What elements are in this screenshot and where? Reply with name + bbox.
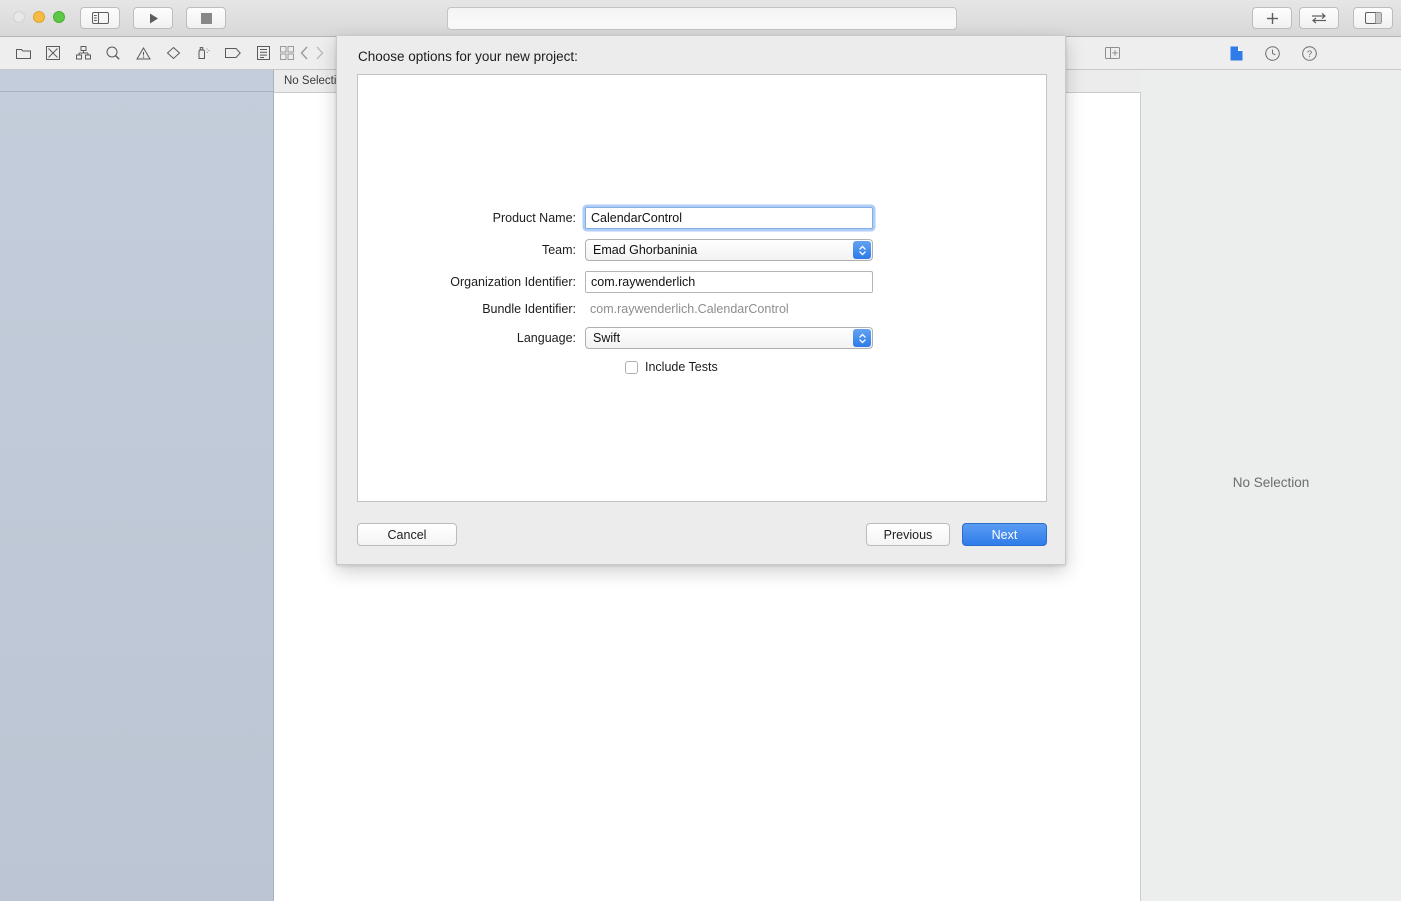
field-row-team: Team: Emad Ghorbaninia xyxy=(358,239,873,261)
sidebar-item-source-control-navigator[interactable] xyxy=(38,37,68,69)
field-row-product-name: Product Name: CalendarControl xyxy=(358,207,873,229)
next-button[interactable]: Next xyxy=(962,523,1047,546)
language-label: Language: xyxy=(516,331,576,345)
editor-mode-button[interactable] xyxy=(1299,7,1339,29)
navigator-filter-bar[interactable] xyxy=(0,70,273,92)
sidebar-item-test-navigator[interactable] xyxy=(158,37,188,69)
bundle-identifier-value: com.raywenderlich.CalendarControl xyxy=(590,302,789,316)
add-editor-button[interactable] xyxy=(1252,7,1292,29)
team-popup-button[interactable]: Emad Ghorbaninia xyxy=(585,239,873,261)
language-popup-button[interactable]: Swift xyxy=(585,327,873,349)
stop-button[interactable] xyxy=(186,7,226,29)
sidebar-item-symbol-navigator[interactable] xyxy=(68,37,98,69)
maximize-button[interactable] xyxy=(53,11,65,23)
question-icon[interactable]: ? xyxy=(1302,45,1317,61)
x-box-icon xyxy=(46,46,60,60)
navigator-toggle-button[interactable] xyxy=(80,7,120,29)
svg-text:?: ? xyxy=(1307,49,1312,60)
cancel-button[interactable]: Cancel xyxy=(357,523,457,546)
inspector-pane-controls xyxy=(1105,37,1120,69)
dialog-title: Choose options for your new project: xyxy=(358,49,578,64)
debug-spray-icon xyxy=(196,46,211,60)
diamond-icon xyxy=(166,46,181,60)
sidebar-item-issue-navigator[interactable] xyxy=(128,37,158,69)
team-value: Emad Ghorbaninia xyxy=(593,243,698,257)
inspector-panel: No Selection xyxy=(1141,70,1401,901)
sidebar-item-report-navigator[interactable] xyxy=(248,37,278,69)
navigator-panel[interactable] xyxy=(0,70,274,901)
include-tests-label: Include Tests xyxy=(645,360,718,374)
jumpbar-controls xyxy=(280,37,324,69)
team-label: Team: xyxy=(541,243,576,257)
search-icon xyxy=(106,46,120,60)
project-options-form: Product Name: CalendarControl Team: Emad… xyxy=(358,75,1048,503)
close-button[interactable] xyxy=(13,11,25,23)
run-button[interactable] xyxy=(133,7,173,29)
dialog-content-panel: Product Name: CalendarControl Team: Emad… xyxy=(357,74,1047,502)
warning-triangle-icon xyxy=(135,46,151,60)
inspector-tab-bar: ? xyxy=(1230,37,1317,69)
new-project-options-dialog: Choose options for your new project: Pro… xyxy=(336,36,1066,565)
report-icon xyxy=(256,46,270,60)
product-name-value: CalendarControl xyxy=(591,211,683,225)
clock-icon[interactable] xyxy=(1265,45,1280,61)
stop-icon xyxy=(200,12,212,24)
sidebar-item-debug-navigator[interactable] xyxy=(188,37,218,69)
chevron-right-icon[interactable] xyxy=(315,46,324,60)
product-name-input[interactable]: CalendarControl xyxy=(585,207,873,229)
inspector-toggle-button[interactable] xyxy=(1353,7,1393,29)
sidebar-left-icon xyxy=(91,12,109,24)
previous-button[interactable]: Previous xyxy=(866,523,950,546)
organization-identifier-value: com.raywenderlich xyxy=(591,275,696,289)
tag-icon xyxy=(225,47,241,59)
field-row-bundle-identifier: Bundle Identifier: com.raywenderlich.Cal… xyxy=(358,298,789,320)
field-row-organization-identifier: Organization Identifier: com.raywenderli… xyxy=(358,271,873,293)
swap-arrows-icon xyxy=(1311,12,1327,24)
organization-identifier-label: Organization Identifier: xyxy=(450,275,576,289)
organization-identifier-input[interactable]: com.raywenderlich xyxy=(585,271,873,293)
chevron-updown-icon xyxy=(853,241,871,259)
grid-icon[interactable] xyxy=(280,46,294,60)
activity-status-field[interactable] xyxy=(447,7,957,30)
traffic-light-group xyxy=(13,11,65,23)
play-icon xyxy=(147,12,160,25)
chevron-updown-icon xyxy=(853,329,871,347)
sidebar-right-icon xyxy=(1364,12,1382,24)
include-tests-row[interactable]: Include Tests xyxy=(625,360,718,374)
folder-icon xyxy=(15,47,31,60)
sidebar-item-breakpoint-navigator[interactable] xyxy=(218,37,248,69)
sidebar-item-project-navigator[interactable] xyxy=(8,37,38,69)
navigator-tab-bar xyxy=(8,37,278,69)
minimize-button[interactable] xyxy=(33,11,45,23)
sidebar-item-find-navigator[interactable] xyxy=(98,37,128,69)
xcode-window: ? No Selection No Selection Choose optio… xyxy=(0,0,1401,901)
product-name-label: Product Name: xyxy=(492,211,576,225)
include-tests-checkbox[interactable] xyxy=(625,360,638,374)
bundle-identifier-label: Bundle Identifier: xyxy=(482,302,576,316)
window-titlebar xyxy=(0,0,1401,37)
pane-add-icon[interactable] xyxy=(1105,47,1120,59)
inspector-empty-label: No Selection xyxy=(1232,475,1310,490)
file-icon[interactable] xyxy=(1230,46,1243,61)
field-row-language: Language: Swift xyxy=(358,327,873,349)
plus-icon xyxy=(1266,12,1279,25)
language-value: Swift xyxy=(593,331,621,345)
hierarchy-icon xyxy=(75,46,91,60)
chevron-left-icon[interactable] xyxy=(300,46,309,60)
